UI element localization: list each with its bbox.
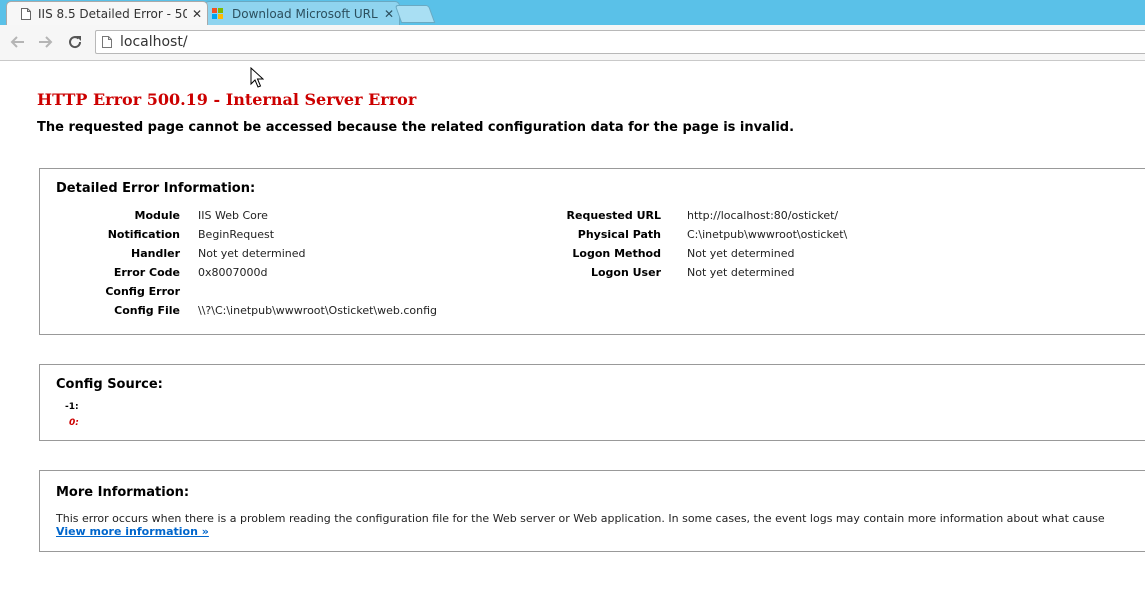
reload-button[interactable] (65, 32, 85, 52)
detailed-error-heading: Detailed Error Information: (56, 181, 256, 196)
field-value: http://localhost:80/osticket/ (687, 209, 839, 222)
address-bar[interactable] (95, 30, 1145, 54)
browser-toolbar (0, 25, 1145, 61)
field-label: Requested URL (566, 209, 661, 222)
close-icon[interactable]: ✕ (187, 7, 207, 21)
back-button[interactable] (7, 32, 27, 52)
mouse-cursor-icon (250, 67, 264, 88)
detailed-error-box: Detailed Error Information: Module IIS W… (39, 168, 1145, 335)
field-label: Logon User (590, 266, 661, 279)
tab-title: Download Microsoft URL Rewrite (232, 6, 379, 21)
microsoft-logo-icon (212, 7, 224, 20)
field-label: Physical Path (577, 228, 661, 241)
config-source-box: Config Source: -1: 0: (39, 364, 1145, 441)
error-title: HTTP Error 500.19 - Internal Server Erro… (37, 90, 417, 109)
field-value: Not yet determined (687, 247, 795, 260)
source-line: -1: (65, 402, 79, 412)
tab-iis-error[interactable]: IIS 8.5 Detailed Error - 500.19 ✕ (6, 1, 208, 25)
error-subtitle: The requested page cannot be accessed be… (37, 120, 795, 135)
more-information-heading: More Information: (56, 485, 190, 500)
config-source-heading: Config Source: (56, 377, 163, 392)
field-label: Handler (131, 247, 180, 260)
forward-arrow-icon (39, 36, 53, 48)
reload-icon (69, 36, 82, 49)
tab-title: IIS 8.5 Detailed Error - 500.19 (38, 6, 187, 21)
field-label: Error Code (113, 266, 180, 279)
more-information-box: More Information: This error occurs when… (39, 470, 1145, 552)
tab-strip: IIS 8.5 Detailed Error - 500.19 ✕ Downlo… (0, 0, 1145, 25)
field-value: IIS Web Core (198, 209, 268, 222)
field-value: Not yet determined (687, 266, 795, 279)
page-icon (21, 7, 31, 20)
field-value: Not yet determined (198, 247, 306, 260)
field-label: Module (134, 209, 180, 222)
new-tab-button[interactable] (394, 5, 436, 23)
url-input[interactable] (120, 34, 1020, 50)
field-label: Notification (107, 228, 180, 241)
forward-button[interactable] (36, 32, 56, 52)
page-icon (102, 36, 112, 48)
view-more-information-link[interactable]: View more information » (56, 525, 209, 538)
back-arrow-icon (10, 36, 24, 48)
field-value: C:\inetpub\wwwroot\osticket\ (687, 228, 848, 241)
field-value: 0x8007000d (198, 266, 268, 279)
field-value: \\?\C:\inetpub\wwwroot\Osticket\web.conf… (198, 304, 438, 317)
more-information-text: This error occurs when there is a proble… (56, 512, 1105, 525)
field-value: BeginRequest (198, 228, 275, 241)
field-label: Config Error (105, 285, 180, 298)
tab-download-url-rewrite[interactable]: Download Microsoft URL Rewrite ✕ (204, 1, 400, 25)
field-label: Logon Method (572, 247, 661, 260)
field-label: Config File (114, 304, 180, 317)
source-line-error: 0: (69, 418, 79, 428)
